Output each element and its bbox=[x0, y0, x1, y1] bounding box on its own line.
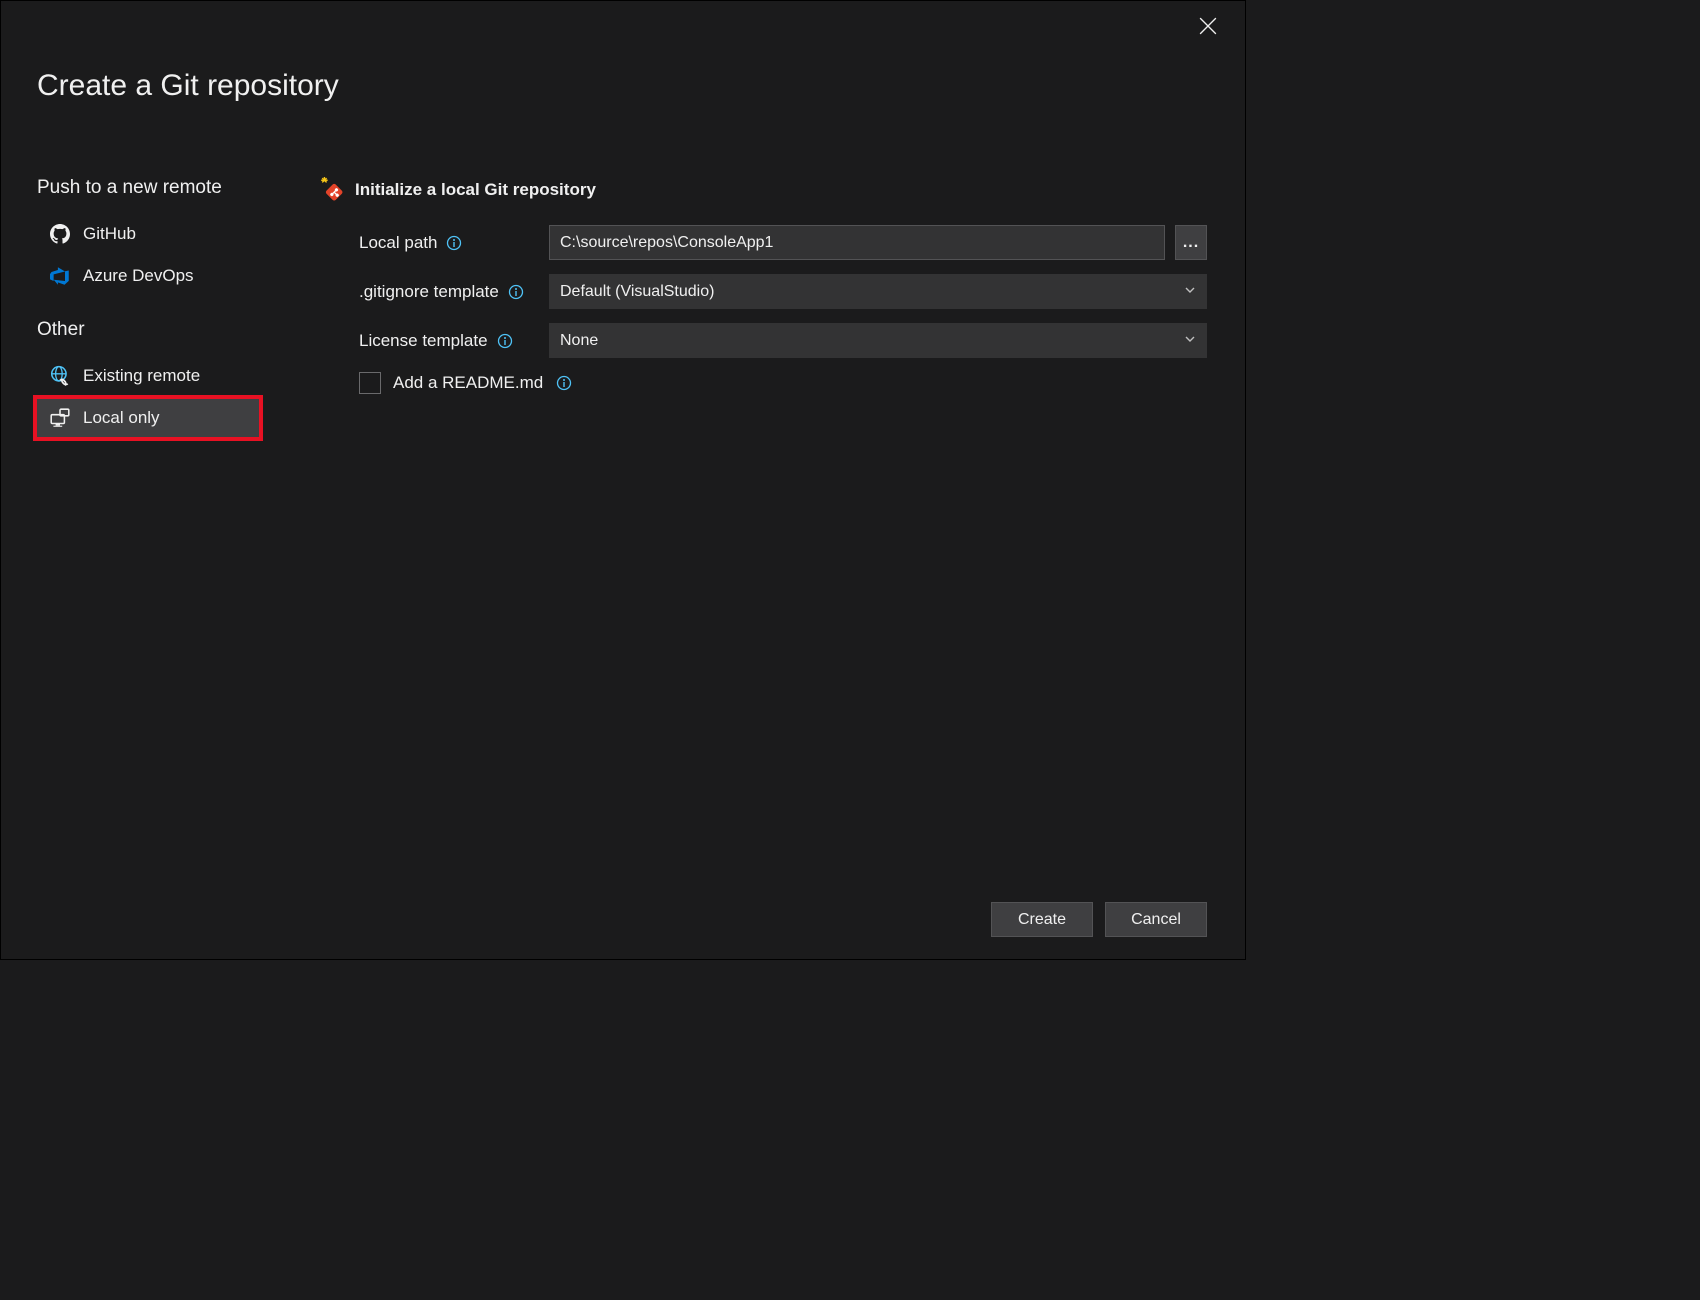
sidebar-item-github[interactable]: GitHub bbox=[35, 213, 261, 255]
chevron-down-icon bbox=[1184, 332, 1196, 350]
github-icon bbox=[49, 223, 71, 245]
close-button[interactable] bbox=[1199, 17, 1223, 41]
sidebar-item-label: GitHub bbox=[83, 224, 136, 244]
local-path-label: Local path bbox=[359, 233, 437, 253]
git-init-icon bbox=[319, 177, 345, 203]
info-icon[interactable] bbox=[496, 332, 514, 350]
license-label: License template bbox=[359, 331, 488, 351]
readme-row: Add a README.md bbox=[359, 372, 1207, 394]
local-computer-icon bbox=[49, 407, 71, 429]
sidebar-item-label: Existing remote bbox=[83, 366, 200, 386]
azure-devops-icon bbox=[49, 265, 71, 287]
cancel-button[interactable]: Cancel bbox=[1105, 902, 1207, 937]
readme-label: Add a README.md bbox=[393, 373, 543, 393]
info-icon[interactable] bbox=[445, 234, 463, 252]
main-header-title: Initialize a local Git repository bbox=[355, 180, 596, 200]
local-path-input[interactable] bbox=[549, 225, 1165, 260]
push-remote-header: Push to a new remote bbox=[37, 177, 277, 199]
globe-link-icon bbox=[49, 365, 71, 387]
gitignore-value: Default (VisualStudio) bbox=[560, 283, 714, 301]
info-icon[interactable] bbox=[507, 283, 525, 301]
gitignore-label: .gitignore template bbox=[359, 282, 499, 302]
dialog-footer: Create Cancel bbox=[991, 902, 1207, 937]
dialog-title: Create a Git repository bbox=[37, 69, 339, 103]
sidebar-item-local-only[interactable]: Local only bbox=[35, 397, 261, 439]
create-button[interactable]: Create bbox=[991, 902, 1093, 937]
license-dropdown[interactable]: None bbox=[549, 323, 1207, 358]
gitignore-row: .gitignore template Default (VisualStudi… bbox=[359, 274, 1207, 309]
browse-button[interactable]: ... bbox=[1175, 225, 1207, 260]
license-row: License template None bbox=[359, 323, 1207, 358]
chevron-down-icon bbox=[1184, 283, 1196, 301]
main-panel: Initialize a local Git repository Local … bbox=[319, 177, 1207, 394]
close-icon bbox=[1199, 17, 1217, 35]
sidebar-item-azure-devops[interactable]: Azure DevOps bbox=[35, 255, 261, 297]
info-icon[interactable] bbox=[555, 374, 573, 392]
sidebar-item-existing-remote[interactable]: Existing remote bbox=[35, 355, 261, 397]
sidebar-item-label: Local only bbox=[83, 408, 160, 428]
gitignore-dropdown[interactable]: Default (VisualStudio) bbox=[549, 274, 1207, 309]
license-value: None bbox=[560, 332, 598, 350]
sidebar-item-label: Azure DevOps bbox=[83, 266, 194, 286]
local-path-row: Local path ... bbox=[359, 225, 1207, 260]
other-header: Other bbox=[37, 319, 277, 341]
sidebar: Push to a new remote GitHub Azure DevOps… bbox=[37, 177, 277, 439]
readme-checkbox[interactable] bbox=[359, 372, 381, 394]
